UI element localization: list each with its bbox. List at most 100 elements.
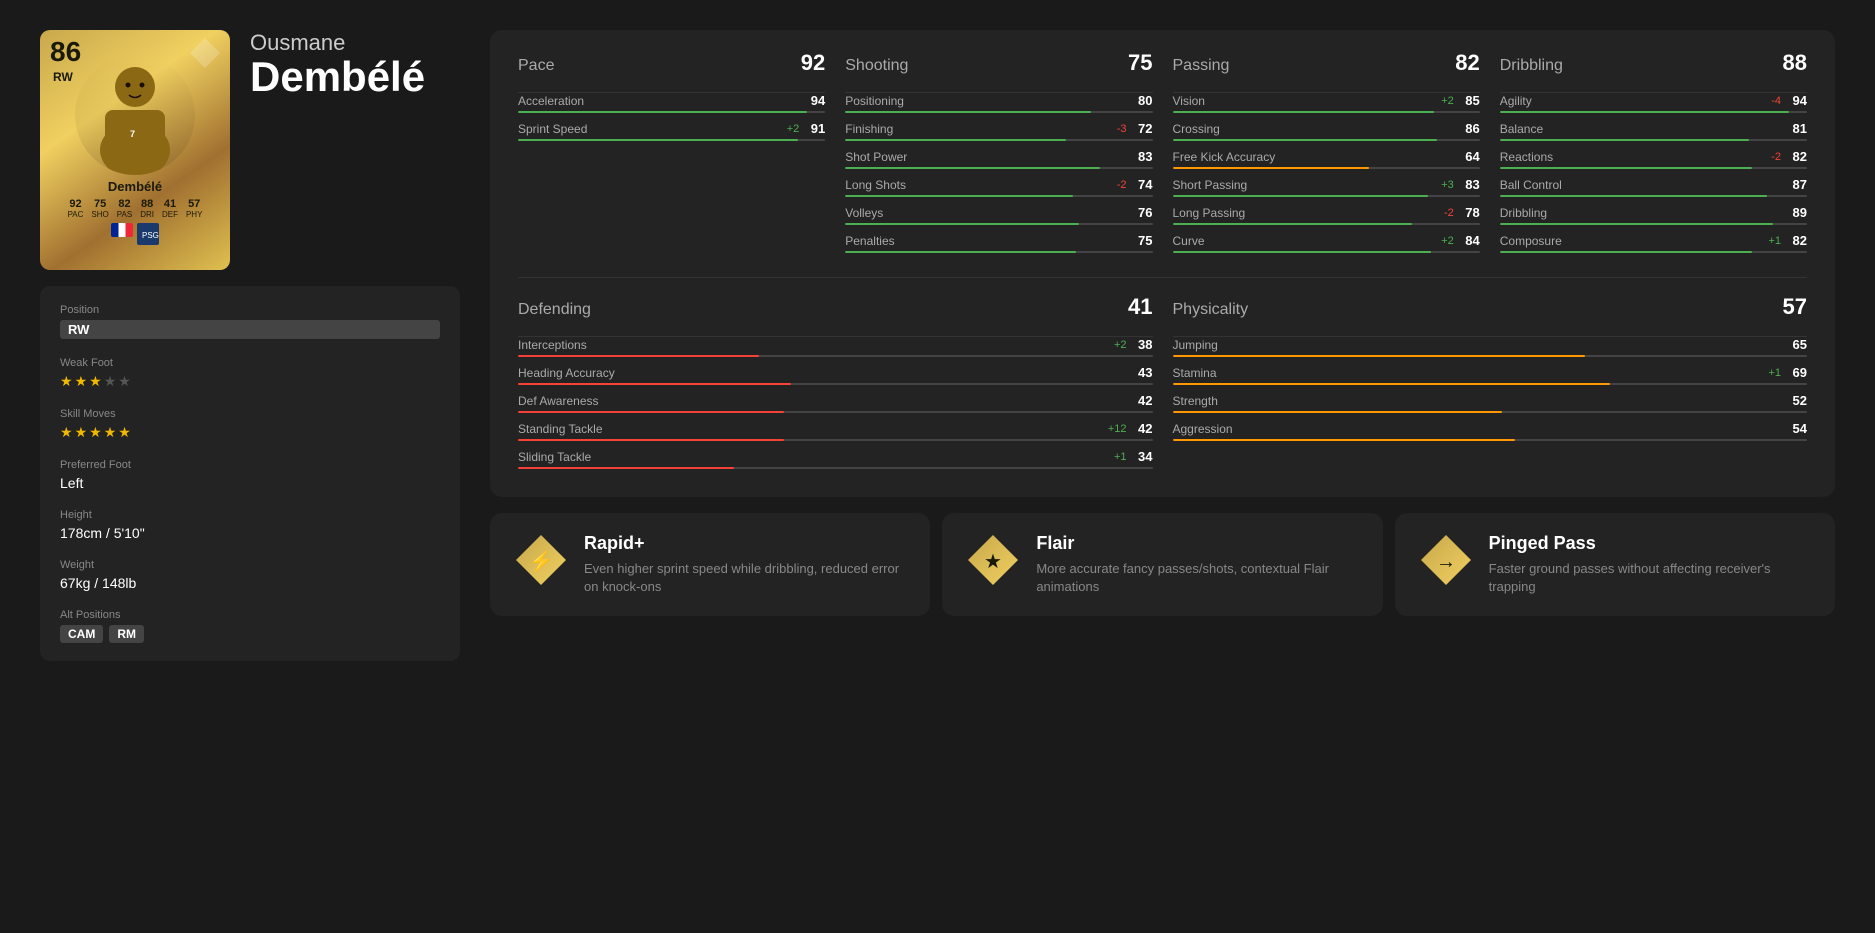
stat-modifier: -2 bbox=[1771, 151, 1781, 163]
stat-item: Stamina+169 bbox=[1173, 365, 1808, 385]
stat-category-dribbling: Dribbling88Agility-494Balance81Reactions… bbox=[1500, 50, 1807, 261]
stat-item-vals: -278 bbox=[1444, 205, 1480, 220]
stat-item-vals: -2 74 bbox=[1117, 177, 1153, 192]
playstyle-icon-2: → bbox=[1419, 533, 1473, 592]
card-position: RW bbox=[53, 70, 73, 84]
player-image: 7 bbox=[75, 55, 195, 175]
stat-number: 64 bbox=[1458, 149, 1480, 164]
card-stat-pac: 92 bbox=[69, 198, 81, 210]
stat-modifier: +2 bbox=[1441, 235, 1454, 247]
stat-cat-name-passing: Passing bbox=[1173, 57, 1230, 75]
card-stat-def: 41 bbox=[164, 198, 176, 210]
stat-item-vals: 80 bbox=[1131, 93, 1153, 108]
stat-number: 76 bbox=[1131, 205, 1153, 220]
star-5: ★ bbox=[118, 373, 131, 390]
stat-bar bbox=[1173, 195, 1480, 197]
stat-bar-fill bbox=[845, 167, 1100, 169]
stat-item-name: Stamina bbox=[1173, 366, 1217, 380]
preferred-foot-row: Preferred Foot Left bbox=[60, 459, 440, 491]
stat-bar-fill bbox=[1500, 251, 1752, 253]
stat-number: 82 bbox=[1785, 149, 1807, 164]
stat-item: Volleys76 bbox=[845, 205, 1152, 225]
weight-label: Weight bbox=[60, 559, 440, 571]
svg-text:7: 7 bbox=[130, 129, 135, 139]
stat-modifier: +1 bbox=[1768, 367, 1781, 379]
stat-modifier: +2 bbox=[1114, 339, 1127, 351]
stat-item-name: Long Passing bbox=[1173, 206, 1246, 220]
stat-cat-name-shooting: Shooting bbox=[845, 57, 908, 75]
stat-bar bbox=[518, 111, 825, 113]
info-box: Position RW Weak Foot ★ ★ ★ ★ ★ Skill Mo… bbox=[40, 286, 460, 661]
stat-number: 91 bbox=[803, 121, 825, 136]
stat-bar bbox=[1500, 111, 1807, 113]
stat-bar bbox=[845, 195, 1152, 197]
playstyle-desc-0: Even higher sprint speed while dribbling… bbox=[584, 560, 906, 596]
stat-bar-fill bbox=[1173, 251, 1431, 253]
stat-number: 54 bbox=[1785, 421, 1807, 436]
stat-cat-value-physicality: 57 bbox=[1783, 294, 1807, 320]
card-stat-sho: 75 bbox=[94, 198, 106, 210]
stat-item-vals: 75 bbox=[1131, 233, 1153, 248]
stat-item: Reactions-282 bbox=[1500, 149, 1807, 169]
stat-number: 80 bbox=[1131, 93, 1153, 108]
stat-category-physicality: Physicality57Jumping65Stamina+169Strengt… bbox=[1173, 294, 1808, 477]
alt-positions-label: Alt Positions bbox=[60, 609, 440, 621]
stat-item: Composure+182 bbox=[1500, 233, 1807, 253]
stat-modifier: -2 bbox=[1117, 179, 1127, 191]
card-stat-pas: 82 bbox=[118, 198, 130, 210]
weight-value: 67kg / 148lb bbox=[60, 575, 440, 591]
card-rating: 86 bbox=[50, 38, 81, 66]
playstyle-icon-0: ⚡ bbox=[514, 533, 568, 592]
playstyle-card-1: ★ FlairMore accurate fancy passes/shots,… bbox=[942, 513, 1382, 616]
stat-bar bbox=[845, 251, 1152, 253]
stat-number: 75 bbox=[1131, 233, 1153, 248]
star-3: ★ bbox=[89, 373, 102, 390]
stat-item: Acceleration94 bbox=[518, 93, 825, 113]
stat-item: Dribbling89 bbox=[1500, 205, 1807, 225]
stat-item-vals: +182 bbox=[1768, 233, 1807, 248]
stat-bar-fill bbox=[518, 439, 784, 441]
stat-bar-fill bbox=[518, 467, 734, 469]
stat-bar-fill bbox=[845, 223, 1079, 225]
stat-bar bbox=[1500, 167, 1807, 169]
stat-bar-fill bbox=[1173, 411, 1503, 413]
stat-number: 74 bbox=[1131, 177, 1153, 192]
stat-item-name: Curve bbox=[1173, 234, 1205, 248]
stat-bar bbox=[845, 111, 1152, 113]
stat-item: Ball Control87 bbox=[1500, 177, 1807, 197]
stat-bar bbox=[518, 439, 1153, 441]
stat-bar bbox=[1173, 439, 1808, 441]
stat-cat-name-physicality: Physicality bbox=[1173, 301, 1249, 319]
stat-bar bbox=[1173, 383, 1808, 385]
stat-cat-header-passing: Passing82 bbox=[1173, 50, 1480, 82]
stat-modifier: +2 bbox=[787, 123, 800, 135]
stat-item: Def Awareness42 bbox=[518, 393, 1153, 413]
stat-item-row: Crossing86 bbox=[1173, 121, 1480, 136]
playstyle-text-1: FlairMore accurate fancy passes/shots, c… bbox=[1036, 533, 1358, 596]
stat-cat-value-pace: 92 bbox=[801, 50, 825, 76]
stat-item-vals: 42 bbox=[1131, 393, 1153, 408]
stat-item: Vision+285 bbox=[1173, 93, 1480, 113]
stat-bar bbox=[1173, 111, 1480, 113]
stat-bar bbox=[1173, 411, 1808, 413]
stat-item: Curve+284 bbox=[1173, 233, 1480, 253]
stat-item-vals: 65 bbox=[1785, 337, 1807, 352]
stat-item-row: Sliding Tackle+134 bbox=[518, 449, 1153, 464]
player-card-area: 86 RW 7 bbox=[40, 30, 460, 270]
playstyle-name-1: Flair bbox=[1036, 533, 1358, 554]
stat-item-row: Vision+285 bbox=[1173, 93, 1480, 108]
stat-modifier: +2 bbox=[1441, 95, 1454, 107]
stat-item-row: Composure+182 bbox=[1500, 233, 1807, 248]
stat-cat-header-shooting: Shooting75 bbox=[845, 50, 1152, 82]
stat-number: 42 bbox=[1131, 421, 1153, 436]
stat-bar-fill bbox=[518, 355, 759, 357]
stat-bar-fill bbox=[1173, 383, 1611, 385]
skill-moves-label: Skill Moves bbox=[60, 408, 440, 420]
left-panel: 86 RW 7 bbox=[40, 30, 460, 661]
alt-badge-cam: CAM bbox=[60, 625, 103, 643]
stat-item-row: Curve+284 bbox=[1173, 233, 1480, 248]
stat-item-name: Crossing bbox=[1173, 122, 1220, 136]
stat-item: Positioning80 bbox=[845, 93, 1152, 113]
stat-item-vals: 64 bbox=[1458, 149, 1480, 164]
stat-item-vals: +291 bbox=[787, 121, 826, 136]
